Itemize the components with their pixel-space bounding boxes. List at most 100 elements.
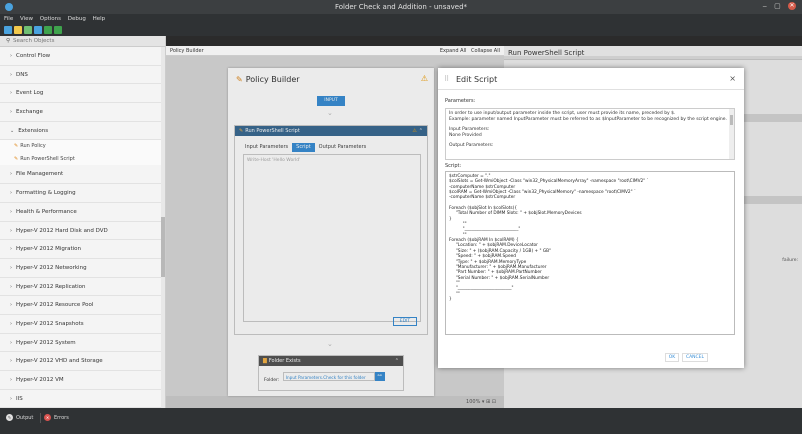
dialog-title: Edit Script — [456, 75, 498, 84]
open-icon[interactable] — [14, 26, 22, 34]
title-bar: Folder Check and Addition - unsaved* ‒ ▢… — [0, 0, 802, 14]
menu-view[interactable]: View — [20, 14, 33, 24]
chevron-icon: › — [10, 246, 12, 253]
menu-help[interactable]: Help — [93, 14, 106, 24]
chevron-icon: › — [10, 109, 12, 116]
stop-icon[interactable] — [54, 26, 62, 34]
minimize-icon[interactable]: ‒ — [762, 2, 766, 10]
output-icon: ✎ — [6, 414, 13, 421]
sidebar-item[interactable]: › Control Flow — [0, 47, 165, 66]
menu-bar: File View Options Debug Help — [0, 14, 802, 24]
menu-options[interactable]: Options — [40, 14, 61, 24]
sidebar-item[interactable]: › Hyper-V 2012 Migration — [0, 240, 165, 259]
errors-tab[interactable]: ✕ Errors — [44, 413, 69, 423]
chevron-icon: › — [10, 320, 12, 327]
sidebar-item[interactable]: › Hyper-V 2012 System — [0, 334, 165, 353]
chevron-icon: › — [10, 377, 12, 383]
drag-handle-icon[interactable]: ⠿ — [444, 75, 449, 83]
sidebar-item[interactable]: › Exchange — [0, 103, 165, 122]
parameters-info: In order to use input/output parameter i… — [445, 108, 735, 160]
canvas-header-label: Policy Builder — [170, 48, 204, 54]
sidebar-item[interactable]: › Health & Performance — [0, 203, 165, 222]
chevron-icon: › — [10, 190, 12, 197]
sidebar-item[interactable]: › IIS — [0, 390, 165, 408]
sidebar-item-label: Formatting & Logging — [16, 190, 76, 197]
canvas-header: Policy Builder Expand All Collapse All — [166, 46, 504, 56]
sidebar-scroll-thumb[interactable] — [161, 217, 165, 277]
collapse-all-button[interactable]: Collapse All — [471, 48, 500, 54]
sidebar-item[interactable]: › File Management — [0, 165, 165, 185]
edit-script-dialog: ⠿ Edit Script × Parameters: In order to … — [438, 68, 744, 368]
chevron-icon: › — [10, 339, 12, 346]
new-icon[interactable] — [4, 26, 12, 34]
chevron-icon: › — [10, 302, 12, 309]
close-icon[interactable]: × — [729, 74, 736, 83]
sidebar-item[interactable]: › DNS — [0, 66, 165, 85]
sidebar-item-label: Event Log — [16, 90, 44, 97]
sidebar-item[interactable]: › Hyper-V 2012 Snapshots — [0, 315, 165, 334]
dialog-header[interactable]: ⠿ Edit Script × — [438, 68, 744, 90]
sidebar-subitem[interactable]: ✎ Run PowerShell Script — [0, 152, 165, 166]
sidebar: ⚲ Search Objects › Control Flow › DNS › Event … — [0, 36, 166, 408]
chevron-icon: › — [10, 208, 12, 215]
chevron-icon: › — [10, 395, 12, 402]
close-icon[interactable]: ✕ — [788, 2, 796, 10]
param-help-line: Example: parameter named InputParameter … — [449, 117, 727, 122]
chevron-icon: › — [10, 227, 12, 234]
search-placeholder: Search Objects — [13, 38, 55, 44]
script-icon: ✎ — [14, 143, 19, 150]
sidebar-item-label: Extensions — [18, 127, 49, 134]
chevron-icon: › — [10, 71, 12, 78]
sidebar-item[interactable]: › Formatting & Logging — [0, 184, 165, 203]
sidebar-item-label: Hyper-V 2012 VHD and Storage — [16, 358, 103, 365]
script-label: Script: — [445, 163, 462, 169]
sidebar-item[interactable]: › Hyper-V 2012 Resource Pool — [0, 296, 165, 315]
chevron-icon: › — [10, 53, 12, 59]
search-objects[interactable]: ⚲ Search Objects — [0, 36, 165, 47]
sidebar-item[interactable]: › Hyper-V 2012 Hard Disk and DVD — [0, 222, 165, 241]
sidebar-item-label: Hyper-V 2012 Migration — [16, 246, 82, 253]
window-title: Folder Check and Addition - unsaved* — [334, 3, 468, 11]
sidebar-item-label: Control Flow — [16, 53, 51, 59]
expand-all-button[interactable]: Expand All — [440, 48, 467, 54]
sidebar-subitem-label: Run PowerShell Script — [20, 155, 75, 162]
chevron-icon: ⌄ — [10, 127, 15, 134]
cancel-button[interactable]: CANCEL — [682, 353, 708, 362]
sidebar-item-label: Exchange — [16, 109, 43, 116]
sidebar-item[interactable]: › Hyper-V 2012 Replication — [0, 278, 165, 297]
script-icon: ✎ — [14, 155, 19, 162]
chevron-icon: › — [10, 171, 12, 178]
parameters-label: Parameters: — [445, 98, 476, 104]
sidebar-item[interactable]: › Hyper-V 2012 VHD and Storage — [0, 352, 165, 371]
sidebar-item[interactable]: › Hyper-V 2012 Networking — [0, 259, 165, 278]
sidebar-item-label: Hyper-V 2012 Hard Disk and DVD — [16, 227, 108, 234]
output-tab[interactable]: ✎ Output — [6, 413, 33, 423]
sidebar-item-label: Health & Performance — [16, 208, 77, 215]
sidebar-item-label: Hyper-V 2012 Resource Pool — [16, 302, 94, 309]
sidebar-item-label: Hyper-V 2012 Networking — [16, 264, 87, 271]
parameters-scrollbar[interactable] — [729, 109, 734, 159]
chevron-icon: › — [10, 264, 12, 271]
sidebar-item[interactable]: ⌄ Extensions — [0, 122, 165, 141]
menu-file[interactable]: File — [4, 14, 13, 24]
sidebar-subitem-label: Run Policy — [20, 143, 46, 150]
chevron-icon: › — [10, 358, 12, 365]
menu-debug[interactable]: Debug — [68, 14, 86, 24]
sidebar-item[interactable]: › Hyper-V 2012 VM — [0, 371, 165, 390]
sidebar-item-label: DNS — [16, 71, 28, 78]
sidebar-item-label: Hyper-V 2012 Replication — [16, 283, 86, 290]
ok-button[interactable]: OK — [665, 353, 679, 362]
run-icon[interactable] — [44, 26, 52, 34]
maximize-icon[interactable]: ▢ — [774, 2, 781, 10]
sidebar-subitem[interactable]: ✎ Run Policy — [0, 140, 165, 153]
sidebar-item-label: Hyper-V 2012 VM — [16, 377, 64, 383]
sidebar-item[interactable]: › Event Log — [0, 84, 165, 104]
save-as-icon[interactable] — [34, 26, 42, 34]
output-params-label: Output Parameters: — [449, 143, 494, 148]
status-divider — [40, 413, 41, 423]
save-icon[interactable] — [24, 26, 32, 34]
sidebar-scrollbar[interactable] — [161, 47, 165, 408]
window-controls: ‒ ▢ ✕ — [757, 2, 796, 10]
script-line: } — [449, 296, 452, 302]
script-editor[interactable]: $strComputer = "." $colSlots = Get-WmiObj… — [445, 171, 735, 335]
